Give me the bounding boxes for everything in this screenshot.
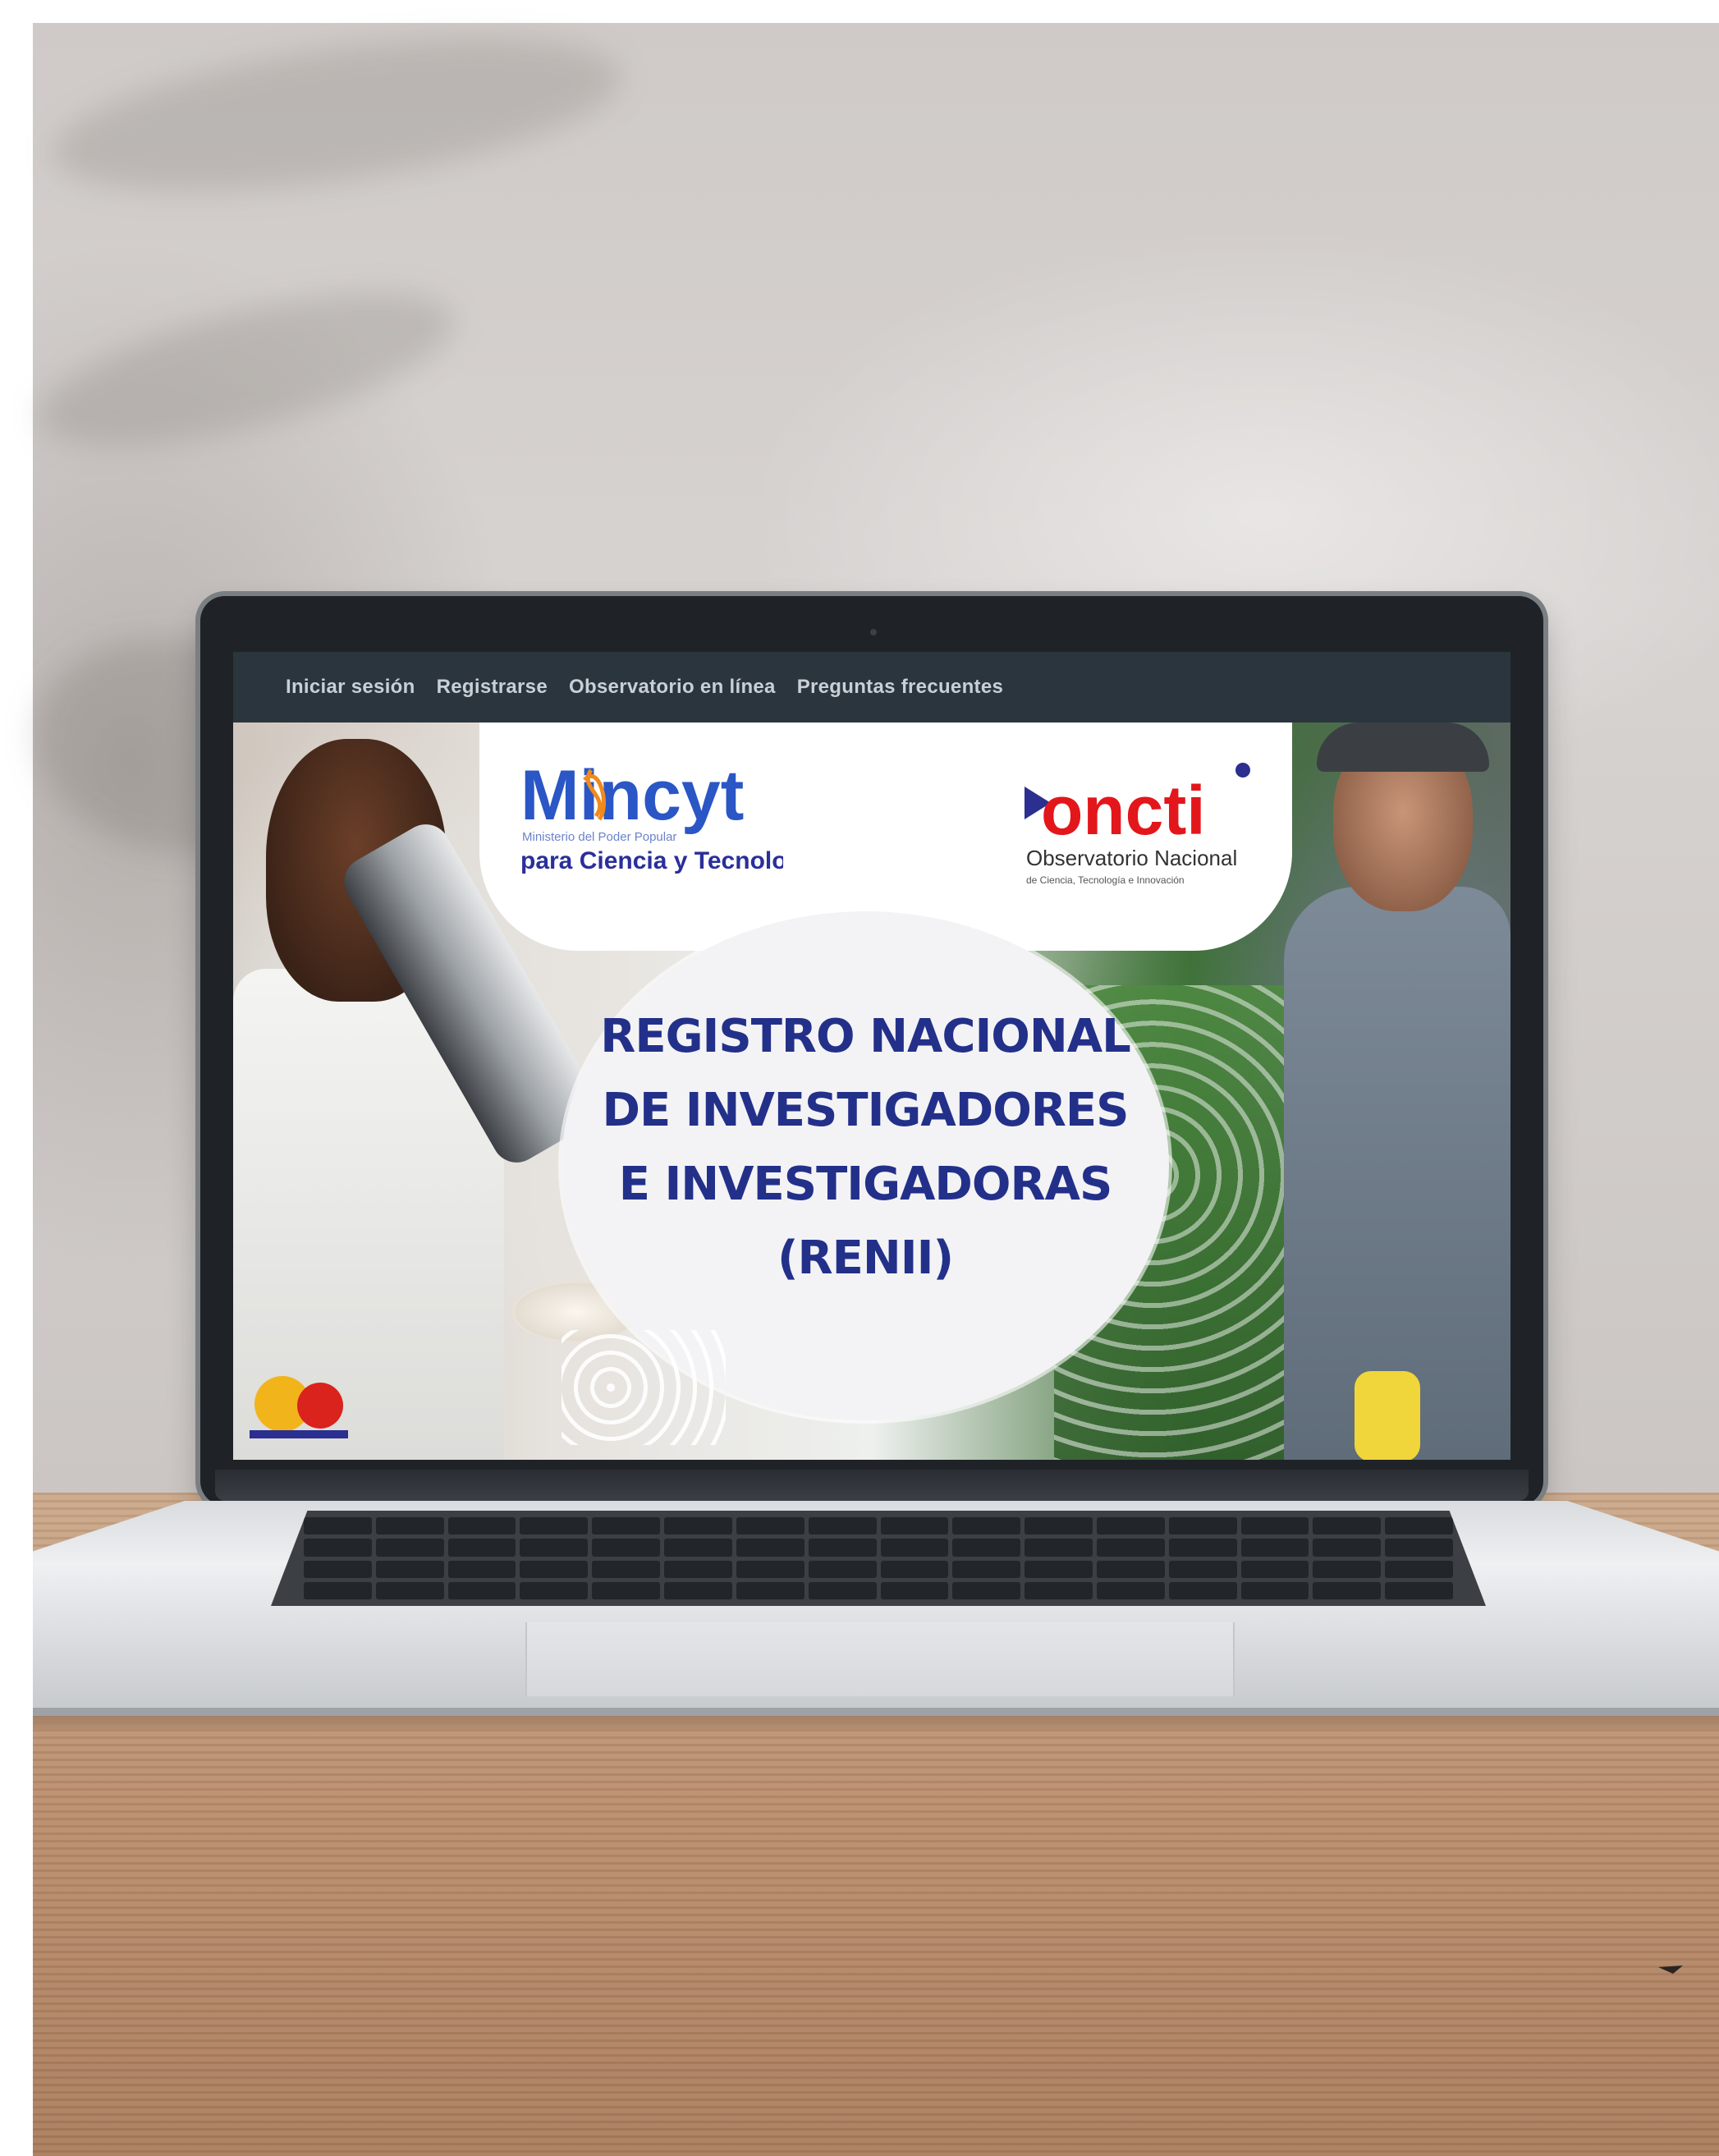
top-navbar: Iniciar sesión Registrarse Observatorio … bbox=[233, 652, 1510, 722]
bicentennial-emblem-icon bbox=[250, 1376, 348, 1438]
mincyt-tagline: para Ciencia y Tecnología bbox=[520, 847, 783, 874]
worker-cap bbox=[1317, 722, 1489, 772]
mincyt-logo-graphic: Mincyt Ministerio del Poder Popular para… bbox=[520, 756, 823, 874]
hero-title-line-4: (RENII) bbox=[777, 1232, 954, 1285]
laptop-screen: Iniciar sesión Registrarse Observatorio … bbox=[233, 652, 1510, 1460]
oncti-logo[interactable]: oncti Observatorio Nacional de Ciencia, … bbox=[1021, 754, 1267, 901]
dot-icon bbox=[1235, 763, 1250, 778]
table-mark bbox=[1658, 1966, 1683, 1974]
oncti-line1: Observatorio Nacional bbox=[1026, 846, 1237, 870]
oncti-logo-graphic: oncti Observatorio Nacional de Ciencia, … bbox=[1025, 763, 1250, 886]
hero-title-line-3: E INVESTIGADORAS bbox=[618, 1158, 1113, 1211]
hero-banner: Mincyt Ministerio del Poder Popular para… bbox=[233, 722, 1510, 1460]
oncti-name: oncti bbox=[1041, 772, 1206, 849]
laptop-base-edge bbox=[33, 1708, 1719, 1716]
webcam bbox=[870, 629, 877, 635]
hero-title-line-1: REGISTRO NACIONAL bbox=[600, 1010, 1131, 1063]
nav-faq[interactable]: Preguntas frecuentes bbox=[797, 676, 1003, 699]
mincyt-name: Mincyt bbox=[520, 756, 744, 835]
nav-observatory-online[interactable]: Observatorio en línea bbox=[569, 676, 776, 699]
mincyt-logo[interactable]: Mincyt Ministerio del Poder Popular para… bbox=[520, 755, 823, 903]
nav-register[interactable]: Registrarse bbox=[437, 676, 548, 699]
laptop-hinge bbox=[215, 1470, 1529, 1501]
oncti-line2: de Ciencia, Tecnología e Innovación bbox=[1026, 874, 1185, 886]
yellow-glove bbox=[1355, 1371, 1420, 1460]
keyboard bbox=[271, 1511, 1486, 1606]
hero-title-line-2: DE INVESTIGADORES bbox=[602, 1084, 1130, 1137]
nav-login[interactable]: Iniciar sesión bbox=[286, 676, 415, 699]
mincyt-subtitle: Ministerio del Poder Popular bbox=[522, 830, 676, 844]
trackpad bbox=[525, 1622, 1235, 1696]
decorative-dots bbox=[562, 1330, 726, 1445]
